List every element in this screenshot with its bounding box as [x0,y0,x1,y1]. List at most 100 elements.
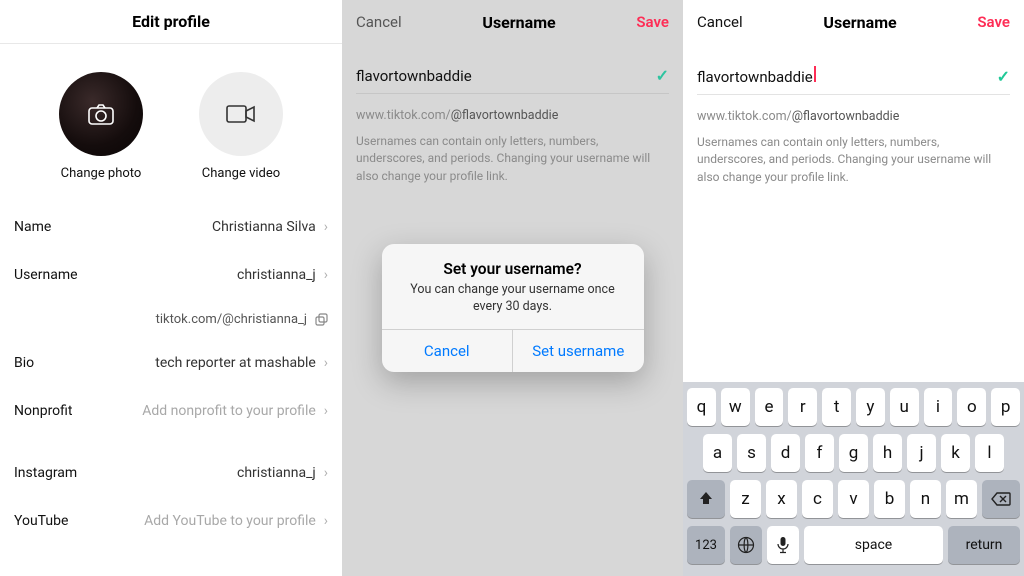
profile-rows: Name Christianna Silva › Username christi… [0,203,342,545]
copy-icon[interactable] [315,313,328,326]
key-w[interactable]: w [721,388,750,426]
bio-value: tech reporter at mashable [155,355,316,371]
cancel-button[interactable]: Cancel [697,13,743,31]
key-b[interactable]: b [874,480,905,518]
dialog-cancel-button[interactable]: Cancel [382,330,513,372]
save-button[interactable]: Save [977,13,1010,31]
key-g[interactable]: g [839,434,868,472]
username-help: Usernames can contain only letters, numb… [697,134,1010,186]
edit-profile-panel: Edit profile Change photo Change video N… [0,0,342,576]
shift-icon [698,491,714,507]
url-prefix: www.tiktok.com/ [697,109,792,124]
dialog-title: Set your username? [382,244,644,282]
key-u[interactable]: u [890,388,919,426]
key-h[interactable]: h [873,434,902,472]
username-input-line[interactable]: flavortownbaddie ✓ [697,66,1010,95]
profile-link-value: tiktok.com/@christianna_j [156,312,307,327]
key-s[interactable]: s [737,434,766,472]
checkmark-icon: ✓ [997,67,1010,86]
mic-icon [777,536,789,554]
key-a[interactable]: a [703,434,732,472]
page-title: Edit profile [132,12,210,31]
numbers-key[interactable]: 123 [687,526,725,564]
globe-key[interactable] [730,526,762,564]
keyboard-row-1: qwertyuiop [687,388,1020,426]
key-m[interactable]: m [946,480,977,518]
key-x[interactable]: x [766,480,797,518]
row-profile-link[interactable]: tiktok.com/@christianna_j [14,299,328,339]
profile-url: www.tiktok.com/@flavortownbaddie [697,109,1010,124]
key-c[interactable]: c [802,480,833,518]
name-label: Name [14,219,51,235]
shift-key[interactable] [687,480,725,518]
key-e[interactable]: e [755,388,784,426]
confirm-dialog: Set your username? You can change your u… [382,244,644,373]
video-placeholder[interactable] [199,72,283,156]
nonprofit-label: Nonprofit [14,403,73,419]
row-bio[interactable]: Bio tech reporter at mashable › [14,339,328,387]
bio-label: Bio [14,355,34,371]
change-video-item[interactable]: Change video [199,72,283,181]
key-r[interactable]: r [788,388,817,426]
dialog-buttons: Cancel Set username [382,329,644,372]
media-row: Change photo Change video [0,44,342,203]
row-nonprofit[interactable]: Nonprofit Add nonprofit to your profile› [14,387,328,435]
return-key[interactable]: return [948,526,1020,564]
youtube-placeholder: Add YouTube to your profile [144,513,316,529]
key-l[interactable]: l [975,434,1004,472]
keyboard-row-4: 123 space return [687,526,1020,564]
backspace-icon [991,492,1011,506]
keyboard-row-2: asdfghjkl [687,434,1020,472]
dialog-message: You can change your username once every … [382,282,644,330]
key-z[interactable]: z [730,480,761,518]
name-value: Christianna Silva [212,219,316,235]
change-photo-item[interactable]: Change photo [59,72,143,181]
username-body: flavortownbaddie ✓ www.tiktok.com/@flavo… [683,44,1024,186]
text-cursor [814,66,816,82]
instagram-value: christianna_j [237,465,316,481]
backspace-key[interactable] [982,480,1020,518]
key-n[interactable]: n [910,480,941,518]
row-username[interactable]: Username christianna_j › [14,251,328,299]
chevron-right-icon: › [324,267,328,283]
page-title: Username [823,13,896,32]
username-confirm-panel: Cancel Username Save flavortownbaddie ✓ … [342,0,683,576]
camera-icon [88,103,114,125]
video-icon [226,103,256,125]
keyboard-row-3: zxcvbnm [687,480,1020,518]
key-t[interactable]: t [822,388,851,426]
username-value: christianna_j [237,267,316,283]
username-input-text: flavortownbaddie [697,66,816,86]
chevron-right-icon: › [324,465,328,481]
chevron-right-icon: › [324,403,328,419]
dialog-overlay: Set your username? You can change your u… [342,0,683,576]
keyboard: qwertyuiop asdfghjkl zxcvbnm 123 space r… [683,382,1024,576]
row-youtube[interactable]: YouTube Add YouTube to your profile › [14,497,328,545]
url-handle: @flavortownbaddie [792,109,900,124]
change-photo-label: Change photo [61,166,142,181]
avatar[interactable] [59,72,143,156]
username-edit-panel: Cancel Username Save flavortownbaddie ✓ … [683,0,1024,576]
chevron-right-icon: › [324,513,328,529]
dialog-confirm-button[interactable]: Set username [512,330,644,372]
key-k[interactable]: k [941,434,970,472]
change-video-label: Change video [202,166,280,181]
username-label: Username [14,267,78,283]
chevron-right-icon: › [324,219,328,235]
key-o[interactable]: o [957,388,986,426]
row-name[interactable]: Name Christianna Silva › [14,203,328,251]
mic-key[interactable] [767,526,799,564]
key-y[interactable]: y [856,388,885,426]
key-f[interactable]: f [805,434,834,472]
chevron-right-icon: › [324,355,328,371]
space-key[interactable]: space [804,526,943,564]
row-instagram[interactable]: Instagram christianna_j› [14,449,328,497]
key-p[interactable]: p [991,388,1020,426]
key-j[interactable]: j [907,434,936,472]
key-v[interactable]: v [838,480,869,518]
key-q[interactable]: q [687,388,716,426]
username-header: Cancel Username Save [683,0,1024,44]
key-i[interactable]: i [924,388,953,426]
youtube-label: YouTube [14,513,68,529]
key-d[interactable]: d [771,434,800,472]
